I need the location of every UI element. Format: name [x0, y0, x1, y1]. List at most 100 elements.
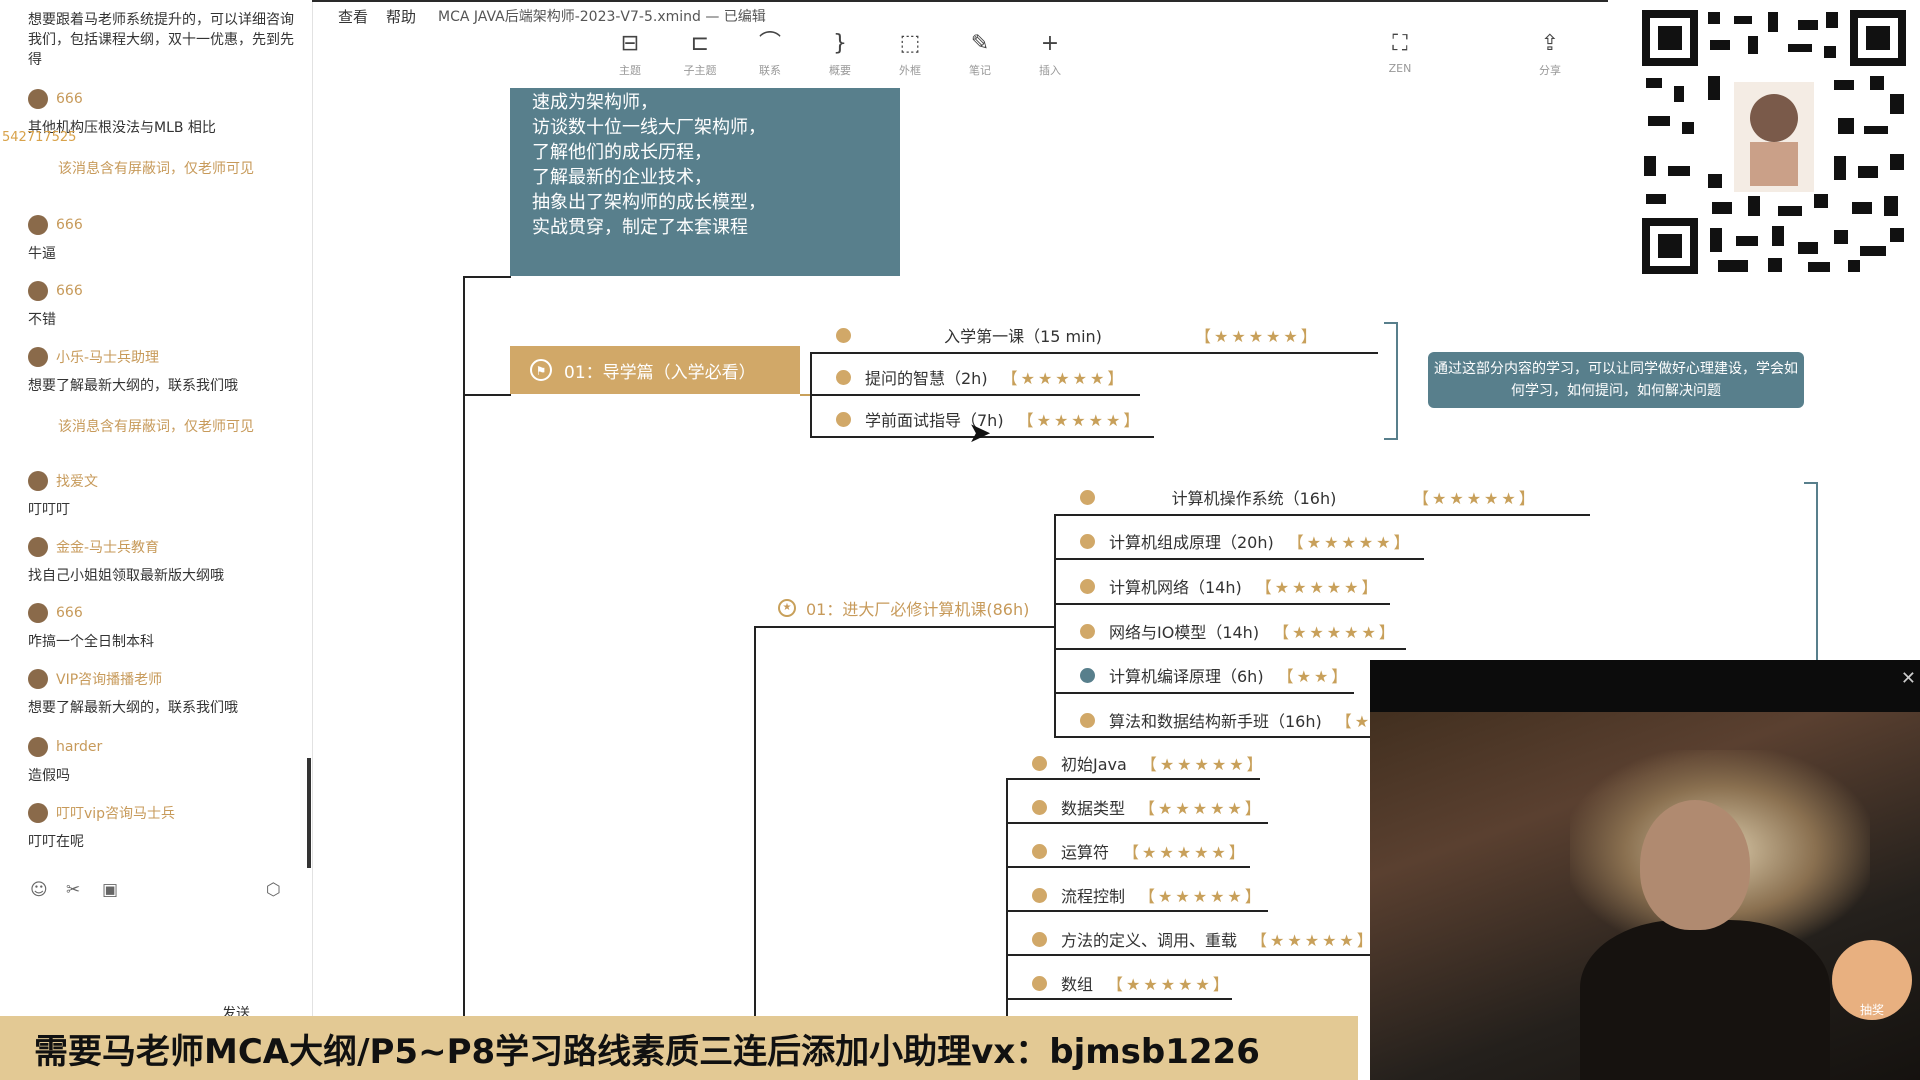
topic-guide[interactable]: ⚑ 01：导学篇（入学必看） — [510, 346, 800, 394]
intro-topic-text: 速成为架构师， 访谈数十位一线大厂架构师， 了解他们的成长历程， 了解最新的企业… — [532, 92, 766, 238]
chat-user: 666 — [28, 214, 83, 236]
chat-user: VIP咨询播播老师 — [28, 668, 162, 690]
mouse-cursor-icon: ➤ — [968, 416, 992, 449]
cs-child[interactable]: 计算机网络（14h) 【★★★★★】 — [1080, 571, 1381, 601]
avatar — [28, 347, 48, 367]
bullet-icon — [1032, 975, 1047, 991]
topic-icon: ⊟ — [620, 31, 640, 56]
toolbar-share[interactable]: ⇪ 分享 — [1520, 30, 1580, 78]
chat-user-id: 542717525 — [2, 130, 77, 145]
toolbar-summary[interactable]: } 概要 — [810, 30, 870, 78]
connector — [463, 276, 465, 1016]
avatar — [28, 669, 48, 689]
avatar — [28, 471, 48, 491]
chat-message: 牛逼 — [28, 246, 56, 262]
menu-help[interactable]: 帮助 — [386, 6, 416, 27]
avatar — [28, 215, 48, 235]
bullet-icon — [1032, 755, 1047, 771]
toolbar-insert[interactable]: + 插入 — [1020, 30, 1080, 78]
fullscreen-icon: ⛶ — [1392, 31, 1408, 56]
bullet-icon — [1080, 578, 1095, 594]
java-child[interactable]: 流程控制 【★★★★★】 — [1032, 880, 1264, 910]
bullet-icon — [836, 327, 851, 343]
rating-stars: 【★★★★★】 — [1107, 975, 1232, 994]
insert-icon: + — [1040, 31, 1060, 56]
java-child[interactable]: 数组 【★★★★★】 — [1032, 968, 1232, 998]
bullet-icon — [1032, 799, 1047, 815]
relationship-icon: ⌒ — [758, 31, 781, 56]
settings-icon[interactable]: ⬡ — [266, 880, 281, 900]
connector — [1006, 822, 1268, 824]
connector — [463, 276, 511, 278]
subtopic-icon: ⊏ — [690, 31, 710, 56]
rating-stars: 【★★】 — [1277, 667, 1351, 686]
summary-note[interactable]: 通过这部分内容的学习，可以让同学做好心理建设，学会如何学习，如何提问，如何解决问… — [1428, 352, 1804, 408]
toolbar-relationship[interactable]: ⌒ 联系 — [740, 30, 800, 78]
bullet-icon — [1080, 489, 1095, 505]
rating-stars: 【★★★★★】 — [1195, 327, 1320, 346]
bullet-icon — [836, 411, 851, 427]
chat-scrollbar[interactable] — [307, 758, 311, 868]
connector — [1006, 778, 1008, 1016]
boundary-icon: ⬚ — [899, 31, 921, 56]
promo-banner-text: 需要马老师MCA大纲/P5~P8学习路线素质三连后添加小助理vx：bjmsb12… — [34, 1031, 1260, 1072]
chat-user: 金金-马士兵教育 — [28, 536, 159, 558]
chat-user: 666 — [28, 88, 83, 110]
toolbar-subtopic[interactable]: ⊏ 子主题 — [670, 30, 730, 78]
webcam-titlebar — [1370, 660, 1920, 712]
chat-user: 找爱文 — [28, 470, 98, 492]
avatar — [28, 803, 48, 823]
connector — [1006, 866, 1250, 868]
cs-child[interactable]: 计算机组成原理（20h) 【★★★★★】 — [1080, 526, 1413, 556]
toolbar-note[interactable]: ✎ 笔记 — [950, 30, 1010, 78]
connector — [1054, 648, 1406, 650]
rating-stars: 【★★★★★】 — [1139, 799, 1264, 818]
java-child[interactable]: 数据类型 【★★★★★】 — [1032, 792, 1264, 822]
toolbar-topic[interactable]: ⊟ 主题 — [600, 30, 660, 78]
rating-stars: 【★★★★★】 — [1001, 369, 1127, 388]
rating-stars: 【★★★★★】 — [1273, 623, 1398, 642]
bullet-icon — [836, 369, 851, 385]
rating-stars: 【★★★★★】 — [1255, 578, 1381, 597]
bullet-icon — [1032, 887, 1047, 903]
guide-child[interactable]: 入学第一课（15 min) 【★★★★★】 — [836, 320, 1320, 350]
cs-child[interactable]: 计算机编译原理（6h) 【★★】 — [1080, 660, 1350, 690]
guide-child[interactable]: 提问的智慧（2h) 【★★★★★】 — [836, 362, 1126, 392]
cs-child[interactable]: 计算机操作系统（16h) 【★★★★★】 — [1080, 482, 1538, 512]
webcam-overlay[interactable]: ✕ 抽奖 — [1370, 660, 1920, 1080]
connector — [463, 394, 511, 396]
connector — [754, 626, 1054, 628]
cs-child[interactable]: 算法和数据结构新手班（16h)【★】 — [1080, 705, 1391, 735]
connector — [1006, 778, 1260, 780]
chat-message: 想要了解最新大纲的，联系我们哦 — [28, 700, 238, 716]
java-child[interactable]: 方法的定义、调用、重载 【★★★★★】 — [1032, 924, 1376, 954]
connector — [810, 352, 1378, 354]
java-child[interactable]: 初始Java 【★★★★★】 — [1032, 748, 1266, 778]
connector — [1006, 954, 1370, 956]
rating-stars: 【★★★★★】 — [1251, 931, 1376, 950]
chat-message: 想要了解最新大纲的，联系我们哦 — [28, 378, 238, 394]
topic-cs-required[interactable]: ★ 01：进大厂必修计算机课(86h) — [778, 596, 1029, 620]
rating-stars: 【★★★★★】 — [1140, 755, 1266, 774]
close-icon[interactable]: ✕ — [1901, 668, 1916, 689]
connector — [810, 394, 1140, 396]
chat-message: 叮叮叮 — [28, 502, 70, 518]
connector — [1006, 910, 1268, 912]
chat-message: 造假吗 — [28, 768, 70, 784]
cs-child[interactable]: 网络与IO模型（14h) 【★★★★★】 — [1080, 616, 1398, 646]
chat-user: harder — [28, 736, 102, 758]
chat-user: 666 — [28, 602, 83, 624]
bullet-icon — [1080, 712, 1095, 728]
window-top-border — [312, 0, 1608, 2]
chat-user: 666 — [28, 280, 83, 302]
lottery-button[interactable]: 抽奖 — [1832, 940, 1912, 1020]
java-child[interactable]: 运算符 【★★★★★】 — [1032, 836, 1248, 866]
avatar — [28, 737, 48, 757]
menu-view[interactable]: 查看 — [338, 6, 368, 27]
avatar — [28, 603, 48, 623]
scissors-icon[interactable]: ✂ — [66, 880, 80, 900]
emoji-icon[interactable]: ☺ — [30, 880, 48, 900]
image-icon[interactable]: ▣ — [102, 880, 118, 900]
toolbar-zen[interactable]: ⛶ ZEN — [1370, 30, 1430, 75]
toolbar-boundary[interactable]: ⬚ 外框 — [880, 30, 940, 78]
